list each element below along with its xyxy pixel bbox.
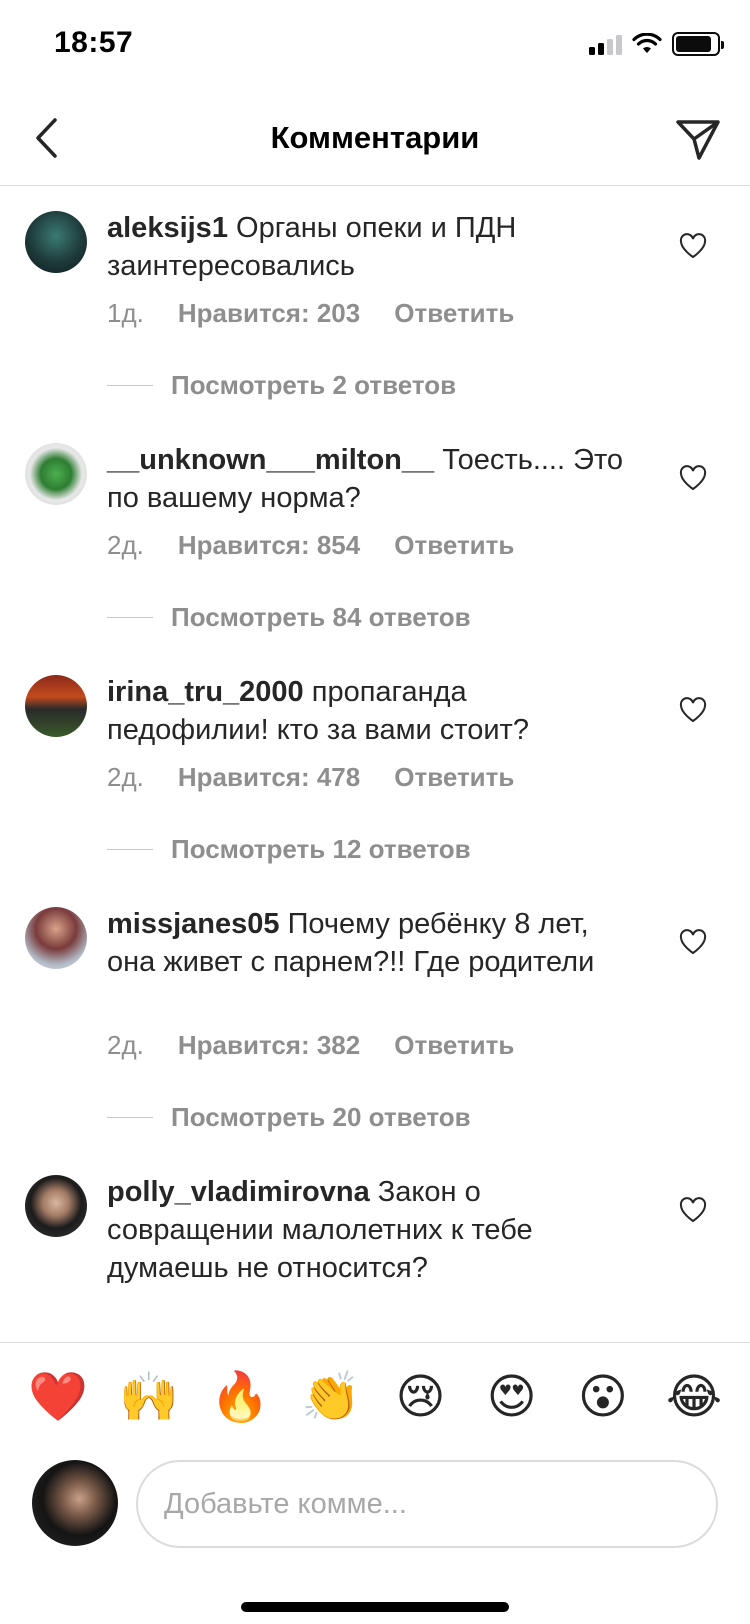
emoji-crying-button[interactable]: 😢 xyxy=(393,1373,449,1422)
emoji-raised-hands-button[interactable]: 🙌 xyxy=(119,1373,179,1422)
comment-time: 2д. xyxy=(107,762,144,792)
reply-button[interactable]: Ответить xyxy=(394,1030,514,1061)
send-icon xyxy=(676,120,720,160)
comment-text: missjanes05 Почему ребёнку 8 лет, она жи… xyxy=(107,905,627,981)
comment-meta: 2д. Нравится: 478 Ответить xyxy=(107,762,514,793)
avatar[interactable] xyxy=(25,907,87,969)
emoji-heart-eyes-button[interactable]: 😍 xyxy=(484,1373,540,1422)
status-icons xyxy=(589,32,724,56)
reply-button[interactable]: Ответить xyxy=(394,762,514,793)
emoji-fire-button[interactable]: 🔥 xyxy=(210,1373,270,1422)
battery-icon xyxy=(672,32,724,56)
like-count[interactable]: Нравится: 203 xyxy=(178,298,360,329)
cellular-signal-icon xyxy=(589,33,622,55)
comment-meta: 2д. Нравится: 382 Ответить xyxy=(107,1030,514,1061)
view-replies-label: Посмотреть 20 ответов xyxy=(171,1102,471,1132)
my-avatar xyxy=(32,1460,118,1546)
emoji-clapping-button[interactable]: 👏 xyxy=(301,1373,361,1422)
like-count[interactable]: Нравится: 478 xyxy=(178,762,360,793)
comment-username[interactable]: irina_tru_2000 xyxy=(107,676,304,708)
reply-button[interactable]: Ответить xyxy=(394,530,514,561)
like-button[interactable] xyxy=(676,925,710,959)
view-replies-button[interactable]: Посмотреть 12 ответов xyxy=(107,834,471,865)
comment-input[interactable] xyxy=(136,1460,718,1548)
emoji-surprised-button[interactable]: 😮 xyxy=(575,1373,631,1422)
reply-button[interactable]: Ответить xyxy=(394,298,514,329)
comment-time: 1д. xyxy=(107,298,144,328)
emoji-heart-button[interactable]: ❤️ xyxy=(28,1373,88,1422)
comment-meta: 1д. Нравится: 203 Ответить xyxy=(107,298,514,329)
status-time: 18:57 xyxy=(54,26,134,59)
avatar[interactable] xyxy=(25,675,87,737)
divider xyxy=(107,849,153,850)
header: Комментарии xyxy=(0,90,750,186)
avatar[interactable] xyxy=(25,443,87,505)
divider xyxy=(107,617,153,618)
divider xyxy=(107,1117,153,1118)
comment-text: __unknown___milton__ Тоесть.... Это по в… xyxy=(107,441,627,517)
comment-text: irina_tru_2000 пропаганда педофилии! кто… xyxy=(107,673,627,749)
home-indicator[interactable] xyxy=(241,1602,509,1612)
heart-icon xyxy=(679,929,707,955)
comment-username[interactable]: missjanes05 xyxy=(107,908,280,940)
comment-text: aleksijs1 Органы опеки и ПДН заинтересов… xyxy=(107,209,627,285)
heart-icon xyxy=(679,233,707,259)
comment-text: polly_vladimirovna Закон о совращении ма… xyxy=(107,1173,627,1287)
comment-username[interactable]: aleksijs1 xyxy=(107,212,228,244)
comment-time: 2д. xyxy=(107,1030,144,1060)
comment-item: aleksijs1 Органы опеки и ПДН заинтересов… xyxy=(0,187,750,419)
emoji-bar: ❤️ 🙌 🔥 👏 😢 😍 😮 😂 xyxy=(0,1342,750,1452)
like-button[interactable] xyxy=(676,229,710,263)
comment-composer xyxy=(0,1452,750,1562)
view-replies-label: Посмотреть 12 ответов xyxy=(171,834,471,864)
like-button[interactable] xyxy=(676,1193,710,1227)
view-replies-button[interactable]: Посмотреть 20 ответов xyxy=(107,1102,471,1133)
status-bar: 18:57 xyxy=(0,0,750,90)
like-count[interactable]: Нравится: 854 xyxy=(178,530,360,561)
like-button[interactable] xyxy=(676,461,710,495)
comment-item: __unknown___milton__ Тоесть.... Это по в… xyxy=(0,419,750,651)
divider xyxy=(107,385,153,386)
heart-icon xyxy=(679,465,707,491)
comment-time: 2д. xyxy=(107,530,144,560)
view-replies-label: Посмотреть 84 ответов xyxy=(171,602,471,632)
comment-item: polly_vladimirovna Закон о совращении ма… xyxy=(0,1151,750,1342)
heart-icon xyxy=(679,697,707,723)
view-replies-button[interactable]: Посмотреть 2 ответов xyxy=(107,370,456,401)
heart-icon xyxy=(679,1197,707,1223)
comment-meta: 2д. Нравится: 854 Ответить xyxy=(107,530,514,561)
avatar[interactable] xyxy=(25,1175,87,1237)
avatar[interactable] xyxy=(25,211,87,273)
like-button[interactable] xyxy=(676,693,710,727)
comment-username[interactable]: polly_vladimirovna xyxy=(107,1176,370,1208)
comment-item: missjanes05 Почему ребёнку 8 лет, она жи… xyxy=(0,883,750,1151)
comment-item: irina_tru_2000 пропаганда педофилии! кто… xyxy=(0,651,750,883)
wifi-icon xyxy=(632,33,662,53)
emoji-laughing-button[interactable]: 😂 xyxy=(666,1373,722,1422)
comments-list: aleksijs1 Органы опеки и ПДН заинтересов… xyxy=(0,187,750,1342)
page-title: Комментарии xyxy=(270,120,480,155)
comment-username[interactable]: __unknown___milton__ xyxy=(107,444,434,476)
share-button[interactable] xyxy=(670,112,726,168)
view-replies-label: Посмотреть 2 ответов xyxy=(171,370,457,400)
view-replies-button[interactable]: Посмотреть 84 ответов xyxy=(107,602,471,633)
like-count[interactable]: Нравится: 382 xyxy=(178,1030,360,1061)
